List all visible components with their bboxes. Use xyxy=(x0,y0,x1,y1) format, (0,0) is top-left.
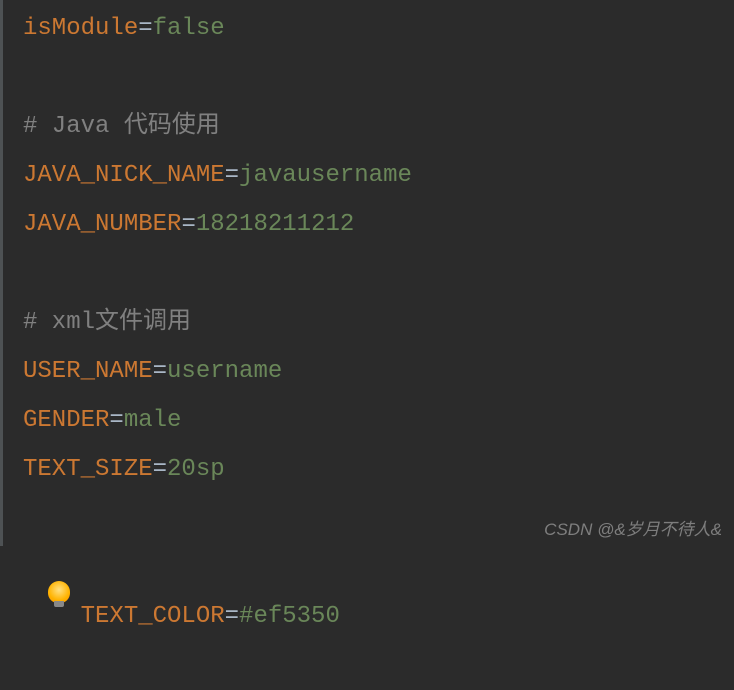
equals-sign: = xyxy=(153,358,167,385)
equals-sign: = xyxy=(225,162,239,189)
code-line: GENDER=male xyxy=(11,396,734,445)
equals-sign: = xyxy=(225,603,239,630)
property-key: JAVA_NUMBER xyxy=(23,211,181,238)
property-key: GENDER xyxy=(23,407,109,434)
property-key: TEXT_COLOR xyxy=(81,603,225,630)
blank-line xyxy=(11,249,734,298)
property-value: 20sp xyxy=(167,456,225,483)
comment-text: # Java 代码使用 xyxy=(23,113,220,140)
property-key: USER_NAME xyxy=(23,358,153,385)
blank-line xyxy=(11,53,734,102)
equals-sign: = xyxy=(153,456,167,483)
property-value: 18218211212 xyxy=(196,211,354,238)
code-line: USER_NAME=username xyxy=(11,347,734,396)
property-key: JAVA_NICK_NAME xyxy=(23,162,225,189)
code-line: isModule=false xyxy=(11,4,734,53)
property-value: male xyxy=(124,407,182,434)
property-value: #ef5350 xyxy=(239,603,340,630)
property-key: isModule xyxy=(23,15,138,42)
code-line: JAVA_NICK_NAME=javausername xyxy=(11,151,734,200)
comment-line: # Java 代码使用 xyxy=(11,102,734,151)
property-value: username xyxy=(167,358,282,385)
code-line: JAVA_NUMBER=18218211212 xyxy=(11,200,734,249)
intention-bulb-icon[interactable] xyxy=(46,579,72,605)
comment-line: # xml文件调用 xyxy=(11,298,734,347)
equals-sign: = xyxy=(181,211,195,238)
equals-sign: = xyxy=(138,15,152,42)
equals-sign: = xyxy=(109,407,123,434)
comment-text: # xml文件调用 xyxy=(23,309,191,336)
property-key: TEXT_SIZE xyxy=(23,456,153,483)
code-editor[interactable]: isModule=false # Java 代码使用 JAVA_NICK_NAM… xyxy=(0,0,734,546)
property-value: javausername xyxy=(239,162,412,189)
property-value: false xyxy=(153,15,225,42)
code-line: TEXT_SIZE=20sp xyxy=(11,445,734,494)
watermark-text: CSDN @&岁月不待人& xyxy=(544,515,722,540)
